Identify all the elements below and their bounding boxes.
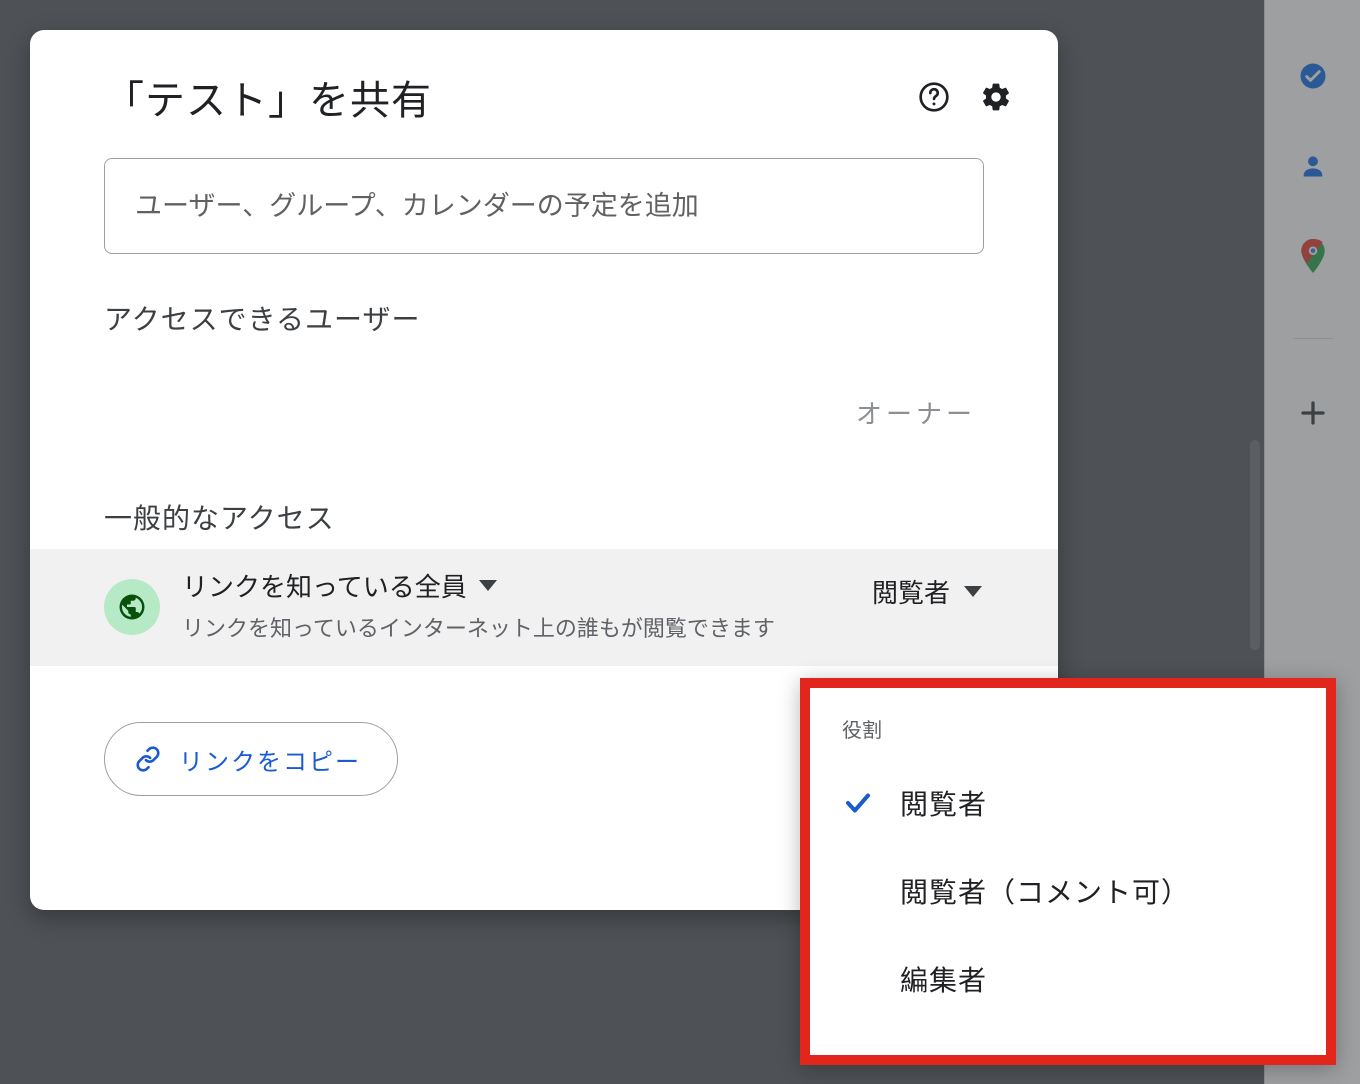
- copy-link-button[interactable]: リンクをコピー: [104, 722, 398, 796]
- scope-selector[interactable]: リンクを知っている全員: [182, 567, 850, 612]
- copy-link-label: リンクをコピー: [179, 742, 361, 777]
- scope-description: リンクを知っているインターネット上の誰もが閲覧できます: [182, 612, 822, 646]
- role-menu-item-viewer[interactable]: 閲覧者: [810, 759, 1326, 847]
- dialog-title: 「テスト」を共有: [104, 68, 432, 126]
- owner-label: オーナー: [856, 394, 976, 431]
- menu-item-label: 閲覧者（コメント可）: [900, 871, 1190, 911]
- role-menu-item-editor[interactable]: 編集者: [810, 935, 1326, 1023]
- access-section-label: アクセスできるユーザー: [30, 254, 1058, 350]
- menu-item-label: 閲覧者: [900, 783, 987, 823]
- role-selected-label: 閲覧者: [872, 573, 950, 610]
- add-people-input[interactable]: [104, 158, 984, 254]
- globe-icon: [104, 579, 160, 635]
- general-access-label: 一般的なアクセス: [30, 471, 1058, 549]
- caret-down-icon: [964, 586, 982, 597]
- general-access-row: リンクを知っている全員 リンクを知っているインターネット上の誰もが閲覧できます …: [30, 549, 1058, 666]
- help-icon[interactable]: [916, 79, 952, 115]
- gear-icon[interactable]: [978, 79, 1014, 115]
- caret-down-icon: [479, 580, 497, 591]
- menu-item-label: 編集者: [900, 959, 987, 999]
- role-menu-label: 役割: [810, 710, 1326, 759]
- check-icon: [842, 787, 874, 819]
- scope-label: リンクを知っている全員: [182, 567, 467, 604]
- role-menu: 役割 閲覧者 閲覧者（コメント可） 編集者: [800, 678, 1336, 1065]
- link-icon: [135, 746, 161, 772]
- role-menu-item-commenter[interactable]: 閲覧者（コメント可）: [810, 847, 1326, 935]
- role-selector[interactable]: 閲覧者: [872, 573, 1018, 610]
